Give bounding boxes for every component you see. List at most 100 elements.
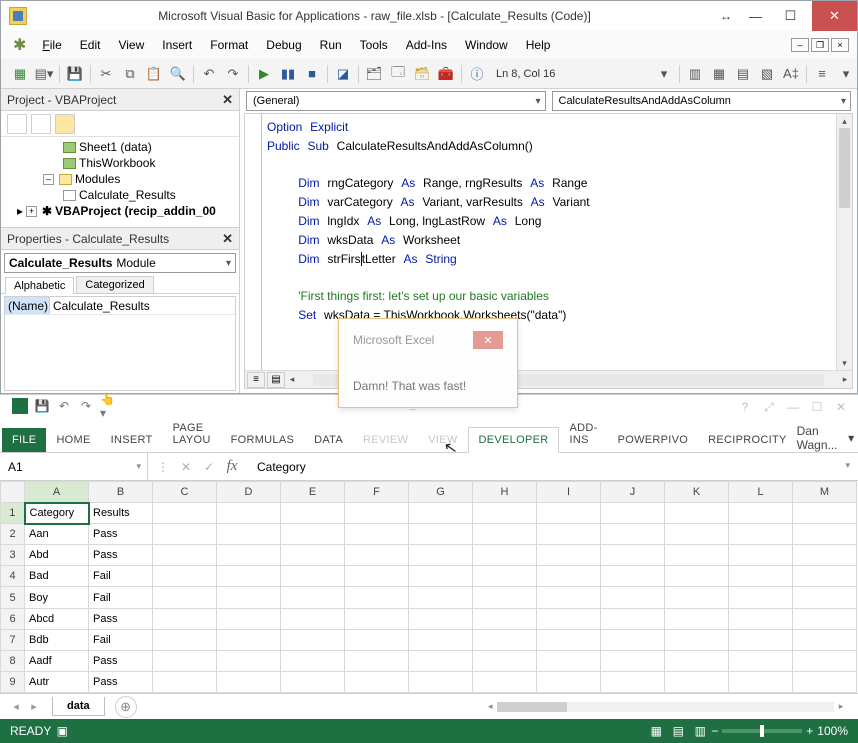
tb-extra2-icon[interactable]: ▦	[708, 63, 730, 85]
project-tree[interactable]: Sheet1 (data) ThisWorkbook –Modules Calc…	[1, 137, 239, 227]
zoom-out-icon[interactable]: −	[711, 724, 718, 738]
cell-F7[interactable]	[345, 629, 409, 650]
cell-J4[interactable]	[601, 566, 665, 587]
cell-L2[interactable]	[729, 524, 793, 545]
tree-node-recip-addin[interactable]: ▸ +✱ VBAProject (recip_addin_00	[5, 203, 235, 219]
cell-E9[interactable]	[281, 671, 345, 692]
cell-G7[interactable]	[409, 629, 473, 650]
scroll-right-icon[interactable]: ▸	[838, 374, 852, 385]
redo-icon[interactable]: ↷	[222, 63, 244, 85]
cell-J2[interactable]	[601, 524, 665, 545]
toolbox-icon[interactable]: 🧰	[435, 63, 457, 85]
row-header-7[interactable]: 7	[1, 629, 25, 650]
sheet-nav-first-icon[interactable]: ◂	[8, 700, 24, 713]
ribbon-tab-formulas[interactable]: FORMULAS	[221, 428, 305, 452]
col-header-D[interactable]: D	[217, 482, 281, 503]
cell-M5[interactable]	[793, 587, 857, 608]
cell-J7[interactable]	[601, 629, 665, 650]
cell-F6[interactable]	[345, 608, 409, 629]
excel-full-screen-icon[interactable]: ⤢	[758, 398, 780, 416]
scroll-left-icon[interactable]: ◂	[285, 374, 299, 385]
cell-C9[interactable]	[153, 671, 217, 692]
zoom-slider[interactable]: − + 100%	[711, 724, 848, 738]
col-header-L[interactable]: L	[729, 482, 793, 503]
run-icon[interactable]: ▶	[253, 63, 275, 85]
cell-H7[interactable]	[473, 629, 537, 650]
properties-tab-alphabetic[interactable]: Alphabetic	[5, 277, 74, 294]
menu-debug[interactable]: Debug	[258, 35, 309, 55]
cell-G9[interactable]	[409, 671, 473, 692]
menu-file[interactable]: File	[34, 35, 69, 55]
find-icon[interactable]: 🔍	[167, 63, 189, 85]
cell-B2[interactable]: Pass	[89, 524, 153, 545]
cell-A6[interactable]: Abcd	[25, 608, 89, 629]
cell-L4[interactable]	[729, 566, 793, 587]
menu-help[interactable]: Help	[518, 35, 559, 55]
cell-M7[interactable]	[793, 629, 857, 650]
col-header-K[interactable]: K	[665, 482, 729, 503]
tb-extra3-icon[interactable]: ▤	[732, 63, 754, 85]
cell-A7[interactable]: Bdb	[25, 629, 89, 650]
properties-tab-categorized[interactable]: Categorized	[76, 276, 153, 293]
view-object-icon[interactable]	[31, 114, 51, 134]
row-header-5[interactable]: 5	[1, 587, 25, 608]
cell-B7[interactable]: Fail	[89, 629, 153, 650]
properties-window-icon[interactable]: 🗔	[387, 63, 409, 85]
cell-D5[interactable]	[217, 587, 281, 608]
object-browser-icon[interactable]: 🗃	[411, 63, 433, 85]
view-code-icon[interactable]	[7, 114, 27, 134]
menu-window[interactable]: Window	[457, 35, 516, 55]
cell-J8[interactable]	[601, 650, 665, 671]
cell-D3[interactable]	[217, 545, 281, 566]
cell-H3[interactable]	[473, 545, 537, 566]
cell-K8[interactable]	[665, 650, 729, 671]
cell-H2[interactable]	[473, 524, 537, 545]
cell-D1[interactable]	[217, 503, 281, 524]
cell-E4[interactable]	[281, 566, 345, 587]
cell-A9[interactable]: Autr	[25, 671, 89, 692]
ribbon-tab-reciprocity[interactable]: RECIPROCITY	[698, 428, 796, 452]
code-editor[interactable]: Option Explicit Public Sub CalculateResu…	[244, 113, 853, 389]
cell-F9[interactable]	[345, 671, 409, 692]
properties-object-combo[interactable]: Calculate_ResultsModule	[4, 253, 236, 273]
break-icon[interactable]: ▮▮	[277, 63, 299, 85]
name-box[interactable]: A1	[0, 453, 148, 480]
paste-icon[interactable]: 📋	[143, 63, 165, 85]
view-normal-icon[interactable]: ▦	[645, 724, 667, 738]
cell-I7[interactable]	[537, 629, 601, 650]
formula-bar[interactable]: Category	[247, 460, 858, 474]
cell-M4[interactable]	[793, 566, 857, 587]
row-header-1[interactable]: 1	[1, 503, 25, 524]
cell-H9[interactable]	[473, 671, 537, 692]
cell-B9[interactable]: Pass	[89, 671, 153, 692]
cell-M6[interactable]	[793, 608, 857, 629]
scroll-up-icon[interactable]: ▴	[837, 114, 852, 128]
cell-J6[interactable]	[601, 608, 665, 629]
cell-C8[interactable]	[153, 650, 217, 671]
cell-D2[interactable]	[217, 524, 281, 545]
menu-format[interactable]: Format	[202, 35, 256, 55]
menu-insert[interactable]: Insert	[154, 35, 200, 55]
cell-C5[interactable]	[153, 587, 217, 608]
cell-G1[interactable]	[409, 503, 473, 524]
scroll-thumb[interactable]	[839, 128, 850, 208]
cell-I1[interactable]	[537, 503, 601, 524]
cell-F5[interactable]	[345, 587, 409, 608]
cell-K3[interactable]	[665, 545, 729, 566]
cell-C1[interactable]	[153, 503, 217, 524]
view-page-break-icon[interactable]: ▥	[689, 724, 711, 738]
col-header-B[interactable]: B	[89, 482, 153, 503]
properties-panel-title[interactable]: Properties - Calculate_Results ✕	[1, 228, 239, 250]
view-page-layout-icon[interactable]: ▤	[667, 724, 689, 738]
properties-grid[interactable]: (Name) Calculate_Results	[4, 296, 236, 391]
ribbon-tab-developer[interactable]: DEVELOPER	[468, 427, 560, 453]
cell-D4[interactable]	[217, 566, 281, 587]
row-header-2[interactable]: 2	[1, 524, 25, 545]
full-module-view-icon[interactable]: ▤	[267, 372, 285, 388]
col-header-E[interactable]: E	[281, 482, 345, 503]
excel-app-icon[interactable]	[12, 398, 28, 414]
cell-B1[interactable]: Results	[89, 503, 153, 524]
cell-I5[interactable]	[537, 587, 601, 608]
cell-L3[interactable]	[729, 545, 793, 566]
col-header-F[interactable]: F	[345, 482, 409, 503]
